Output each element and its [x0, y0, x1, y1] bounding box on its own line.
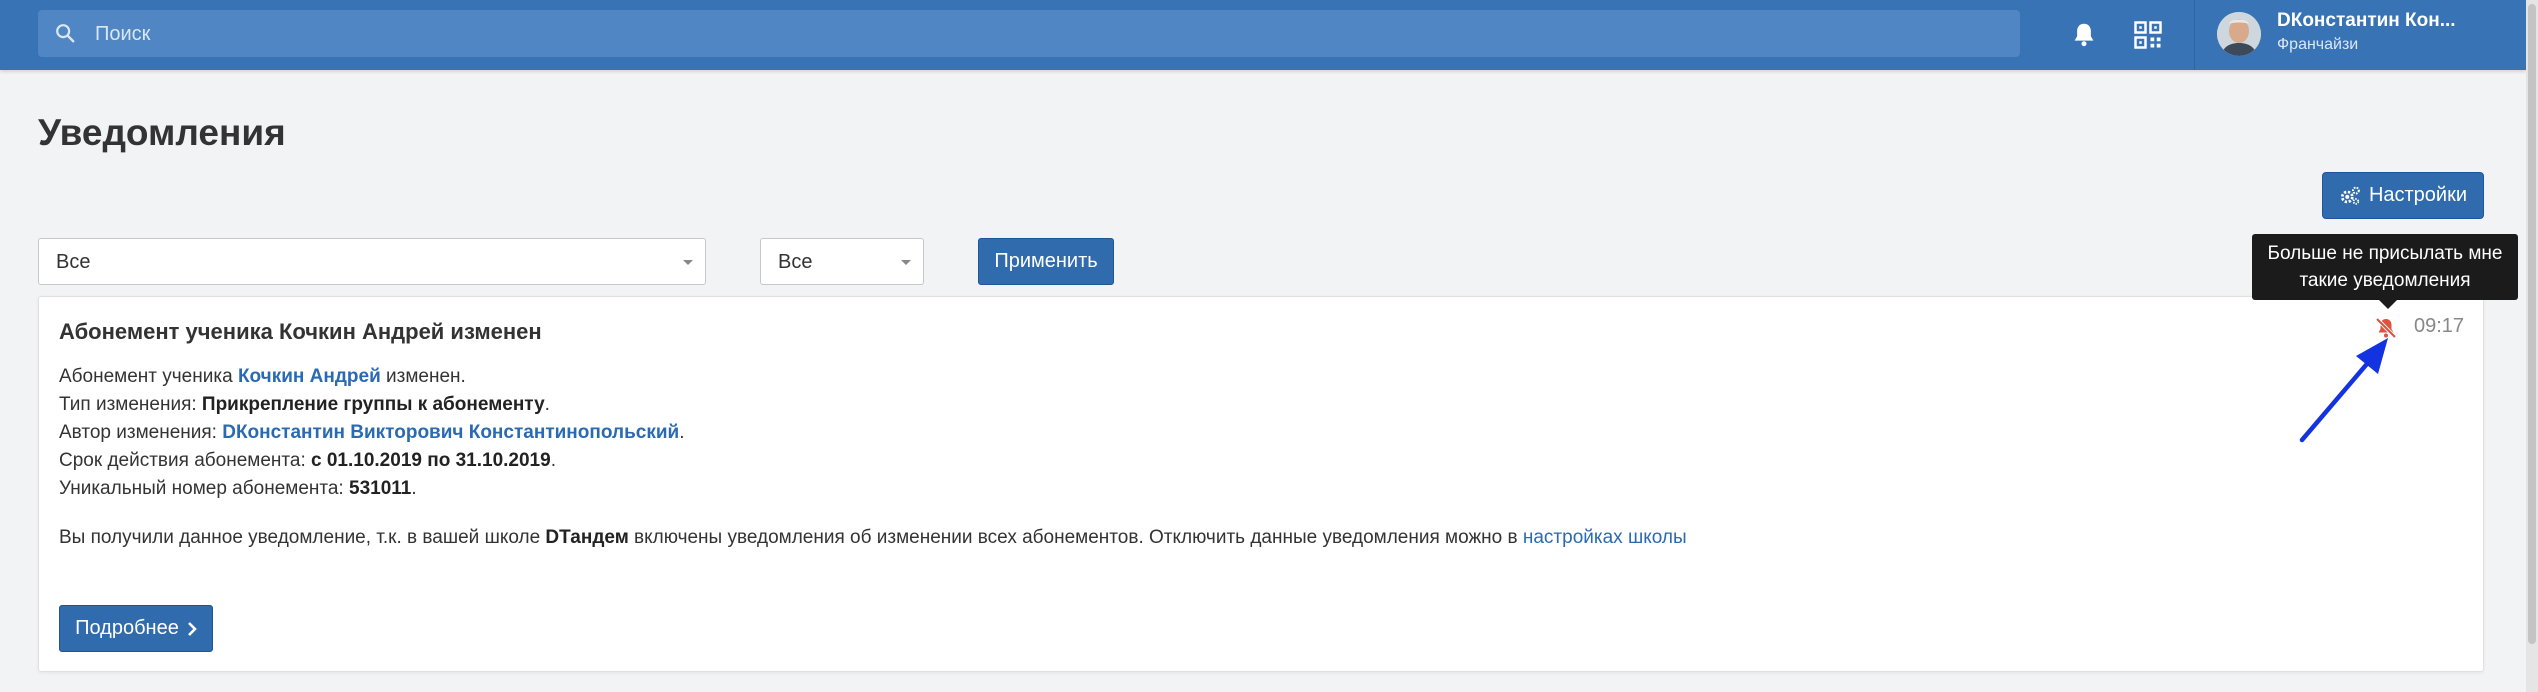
settings-button-label: Настройки — [2368, 184, 2468, 206]
line-author: Автор изменения: DКонстантин Викторович … — [59, 419, 684, 447]
line-label: Автор изменения: — [59, 422, 223, 443]
line-text: . — [550, 450, 556, 471]
gears-icon — [2340, 186, 2360, 205]
notification-body: Абонемент ученика Кочкин Андрей изменен.… — [59, 363, 684, 503]
line-subscription: Абонемент ученика Кочкин Андрей изменен. — [59, 363, 684, 391]
annotation-arrow-icon — [2299, 338, 2388, 443]
line-period: Срок действия абонемента: с 01.10.2019 п… — [59, 447, 684, 475]
line-change-type: Тип изменения: Прикрепление группы к або… — [59, 391, 684, 419]
status-value: Все — [778, 251, 813, 273]
notification-type-select[interactable]: Все — [38, 238, 706, 285]
notification-type-value: Все — [56, 251, 91, 273]
school-name: DТандем — [545, 527, 629, 548]
reason-text: включены уведомления об изменении всех а… — [628, 527, 1523, 548]
line-text: изменен. — [380, 366, 466, 387]
school-settings-link[interactable]: настройках школы — [1523, 527, 1687, 548]
qr-code-icon[interactable] — [2133, 20, 2163, 50]
user-role: Франчайзи — [2277, 36, 2359, 53]
apply-button[interactable]: Применить — [978, 238, 1114, 285]
page-scrollbar[interactable] — [2526, 0, 2538, 692]
more-button-label: Подробнее — [75, 617, 179, 639]
user-menu[interactable]: DКонстантин Кон... Франчайзи — [2194, 0, 2527, 70]
bell-icon[interactable] — [2069, 20, 2099, 50]
subscription-number: 531011 — [349, 478, 412, 499]
settings-button[interactable]: Настройки — [2322, 172, 2484, 219]
user-photo-icon — [2217, 12, 2261, 56]
user-name: DКонстантин Кон... — [2277, 10, 2456, 31]
more-button[interactable]: Подробнее — [59, 605, 213, 652]
line-text: . — [544, 394, 550, 415]
notification-card: Абонемент ученика Кочкин Андрей изменен … — [38, 296, 2484, 672]
notification-title: Абонемент ученика Кочкин Андрей изменен — [59, 319, 542, 344]
student-link[interactable]: Кочкин Андрей — [238, 366, 381, 387]
line-text: . — [679, 422, 685, 443]
page-title: Уведомления — [38, 112, 286, 153]
tooltip-arrow — [2379, 300, 2397, 309]
line-label: Тип изменения: — [59, 394, 202, 415]
tooltip-line: такие уведомления — [2299, 270, 2471, 291]
tooltip-line: Больше не присылать мне — [2267, 243, 2503, 264]
chevron-down-icon — [683, 260, 693, 265]
chevron-right-icon — [187, 621, 197, 636]
mute-tooltip: Больше не присылать мне такие уведомлени… — [2252, 234, 2518, 309]
notification-reason: Вы получили данное уведомление, т.к. в в… — [59, 527, 1687, 549]
notification-time: 09:17 — [2414, 315, 2465, 337]
period-value: с 01.10.2019 по 31.10.2019 — [311, 450, 551, 471]
author-link[interactable]: DКонстантин Викторович Константинопольск… — [222, 422, 679, 443]
change-type-value: Прикрепление группы к абонементу — [201, 394, 545, 415]
line-text: Абонемент ученика — [59, 366, 238, 387]
line-label: Уникальный номер абонемента: — [59, 478, 349, 499]
line-text: . — [411, 478, 417, 499]
line-number: Уникальный номер абонемента: 531011. — [59, 475, 684, 503]
line-label: Срок действия абонемента: — [59, 450, 312, 471]
search-icon — [56, 24, 75, 43]
top-navbar: DКонстантин Кон... Франчайзи — [0, 0, 2526, 70]
search-input[interactable] — [93, 10, 1997, 59]
chevron-down-icon — [901, 260, 911, 265]
search-box[interactable] — [38, 10, 2020, 59]
scrollbar-thumb[interactable] — [2528, 4, 2536, 644]
reason-text: Вы получили данное уведомление, т.к. в в… — [59, 527, 546, 548]
avatar[interactable] — [2217, 12, 2261, 56]
status-select[interactable]: Все — [760, 238, 924, 285]
